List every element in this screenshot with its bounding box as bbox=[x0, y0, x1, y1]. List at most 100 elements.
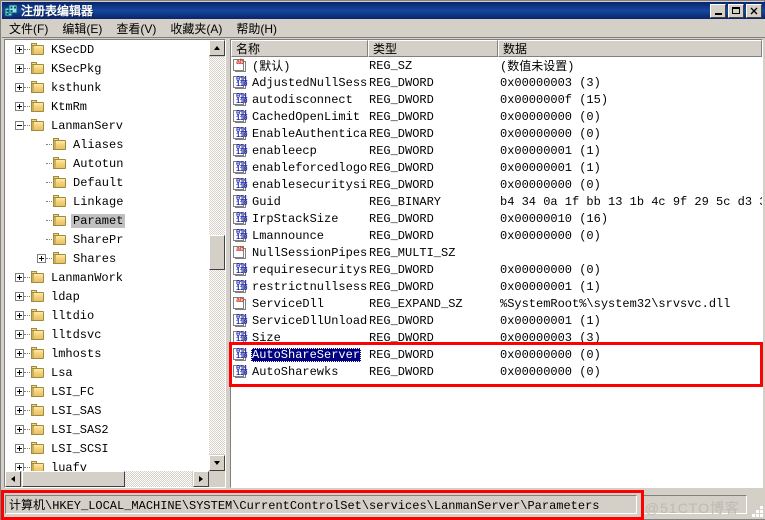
tree-node-ksecdd[interactable]: KSecDD bbox=[5, 40, 210, 59]
tree-node-lsi-sas2[interactable]: LSI_SAS2 bbox=[5, 420, 210, 439]
collapse-icon[interactable] bbox=[15, 121, 24, 130]
tree-node-default[interactable]: Default bbox=[5, 173, 210, 192]
table-row[interactable]: ab(默认)REG_SZ(数值未设置) bbox=[231, 57, 762, 74]
close-button[interactable] bbox=[746, 4, 762, 18]
tree-indent-guide bbox=[37, 235, 46, 244]
tree-node-autotun[interactable]: Autotun bbox=[5, 154, 210, 173]
title-bar[interactable]: 注册表编辑器 bbox=[2, 2, 765, 19]
tree-node-ksthunk[interactable]: ksthunk bbox=[5, 78, 210, 97]
tree-node-label: LSI_FC bbox=[49, 385, 96, 399]
tree-node-luafv[interactable]: luafv bbox=[5, 458, 210, 472]
tree-vscroll-thumb[interactable] bbox=[209, 235, 225, 270]
expand-icon[interactable] bbox=[15, 330, 24, 339]
table-row[interactable]: abServiceDllREG_EXPAND_SZ%SystemRoot%\sy… bbox=[231, 295, 762, 312]
tree-node-lsi-fc[interactable]: LSI_FC bbox=[5, 382, 210, 401]
column-header-name[interactable]: 名称 bbox=[231, 40, 368, 57]
expand-icon[interactable] bbox=[15, 387, 24, 396]
tree-scroll-left-button[interactable] bbox=[5, 471, 21, 487]
status-path: 计算机\HKEY_LOCAL_MACHINE\SYSTEM\CurrentCon… bbox=[5, 495, 637, 514]
expand-icon[interactable] bbox=[15, 45, 24, 54]
cell-type: REG_DWORD bbox=[368, 263, 499, 277]
expand-icon[interactable] bbox=[15, 425, 24, 434]
expand-icon[interactable] bbox=[15, 368, 24, 377]
table-row[interactable]: 011110enablesecuritysig...REG_DWORD0x000… bbox=[231, 176, 762, 193]
tree-node-linkage[interactable]: Linkage bbox=[5, 192, 210, 211]
cell-type: REG_SZ bbox=[368, 59, 499, 73]
tree-node-lsa[interactable]: Lsa bbox=[5, 363, 210, 382]
folder-icon bbox=[30, 119, 46, 132]
tree-node-label: Default bbox=[71, 176, 125, 190]
tree-node-lanmanwork[interactable]: LanmanWork bbox=[5, 268, 210, 287]
tree-node-paramet[interactable]: Paramet bbox=[5, 211, 210, 230]
menu-item-edit[interactable]: 编辑(E) bbox=[55, 19, 109, 38]
table-row[interactable]: abNullSessionPipesREG_MULTI_SZ bbox=[231, 244, 762, 261]
tree-node-ldap[interactable]: ldap bbox=[5, 287, 210, 306]
dword-value-icon: 011110 bbox=[233, 76, 248, 89]
table-row[interactable]: 011110enableecpREG_DWORD0x00000001 (1) bbox=[231, 142, 762, 159]
tree-scroll-right-button[interactable] bbox=[193, 471, 209, 487]
tree-node-ksecpkg[interactable]: KSecPkg bbox=[5, 59, 210, 78]
table-row[interactable]: 011110SizeREG_DWORD0x00000003 (3) bbox=[231, 329, 762, 346]
cell-type: REG_DWORD bbox=[368, 212, 499, 226]
table-row[interactable]: 011110restrictnullsessa...REG_DWORD0x000… bbox=[231, 278, 762, 295]
table-row[interactable]: 011110AdjustedNullSessi...REG_DWORD0x000… bbox=[231, 74, 762, 91]
menu-item-favorites[interactable]: 收藏夹(A) bbox=[163, 19, 229, 38]
expand-icon[interactable] bbox=[15, 83, 24, 92]
registry-values-pane[interactable]: 名称 类型 数据 ab(默认)REG_SZ(数值未设置)011110Adjust… bbox=[230, 39, 763, 488]
cell-name: ab(默认) bbox=[231, 57, 368, 74]
tree-node-aliases[interactable]: Aliases bbox=[5, 135, 210, 154]
registry-tree-pane[interactable]: KSecDD KSecPkgksthunkKtmRmLanmanServAlias… bbox=[4, 39, 226, 488]
menu-item-file[interactable]: 文件(F) bbox=[2, 19, 55, 38]
expand-icon[interactable] bbox=[15, 444, 24, 453]
table-row[interactable]: 011110ServiceDllUnloadO...REG_DWORD0x000… bbox=[231, 312, 762, 329]
resize-grip[interactable] bbox=[749, 503, 763, 517]
tree-node-lsi-scsi[interactable]: LSI_SCSI bbox=[5, 439, 210, 458]
expand-icon[interactable] bbox=[15, 311, 24, 320]
expand-icon[interactable] bbox=[15, 64, 24, 73]
expand-icon[interactable] bbox=[15, 406, 24, 415]
tree-node-label: Autotun bbox=[71, 157, 125, 171]
table-row[interactable]: 011110LmannounceREG_DWORD0x00000000 (0) bbox=[231, 227, 762, 244]
tree-indent bbox=[5, 87, 15, 88]
column-header-data[interactable]: 数据 bbox=[498, 40, 762, 57]
tree-node-label: KSecDD bbox=[49, 43, 96, 57]
minimize-button[interactable] bbox=[710, 4, 726, 18]
table-row[interactable]: 011110requiresecuritysi...REG_DWORD0x000… bbox=[231, 261, 762, 278]
tree-node-ktmrm[interactable]: KtmRm bbox=[5, 97, 210, 116]
column-header-type[interactable]: 类型 bbox=[368, 40, 498, 57]
tree-scroll-up-button[interactable] bbox=[209, 40, 225, 56]
tree-vertical-scrollbar[interactable] bbox=[209, 40, 225, 471]
tree-scroll-down-button[interactable] bbox=[209, 455, 225, 471]
tree-node-shares[interactable]: Shares bbox=[5, 249, 210, 268]
tree-node-lmhosts[interactable]: lmhosts bbox=[5, 344, 210, 363]
table-row[interactable]: 011110AutoShareServerREG_DWORD0x00000000… bbox=[231, 346, 762, 363]
table-row[interactable]: 011110AutoSharewksREG_DWORD0x00000000 (0… bbox=[231, 363, 762, 380]
menu-item-help[interactable]: 帮助(H) bbox=[229, 19, 284, 38]
value-name: AdjustedNullSessi... bbox=[251, 76, 368, 90]
tree-node-sharepr[interactable]: SharePr bbox=[5, 230, 210, 249]
table-row[interactable]: 011110enableforcedlogoffREG_DWORD0x00000… bbox=[231, 159, 762, 176]
table-row[interactable]: 011110GuidREG_BINARYb4 34 0a 1f bb 13 1b… bbox=[231, 193, 762, 210]
menu-item-view[interactable]: 查看(V) bbox=[109, 19, 163, 38]
expand-icon[interactable] bbox=[15, 349, 24, 358]
table-row[interactable]: 011110IrpStackSizeREG_DWORD0x00000010 (1… bbox=[231, 210, 762, 227]
tree-node-lanmanserv[interactable]: LanmanServ bbox=[5, 116, 210, 135]
tree-node-lltdsvc[interactable]: lltdsvc bbox=[5, 325, 210, 344]
table-row[interactable]: 011110EnableAuthenticat...REG_DWORD0x000… bbox=[231, 125, 762, 142]
tree-node-lsi-sas[interactable]: LSI_SAS bbox=[5, 401, 210, 420]
table-row[interactable]: 011110autodisconnectREG_DWORD0x0000000f … bbox=[231, 91, 762, 108]
expand-icon[interactable] bbox=[15, 292, 24, 301]
expand-icon[interactable] bbox=[37, 254, 46, 263]
tree-indent bbox=[5, 258, 37, 259]
folder-icon bbox=[30, 385, 46, 398]
tree-node-lltdio[interactable]: lltdio bbox=[5, 306, 210, 325]
maximize-button[interactable] bbox=[728, 4, 744, 18]
tree-hscroll-thumb[interactable] bbox=[22, 471, 125, 487]
tree-node-label: lltdsvc bbox=[49, 328, 103, 342]
table-row[interactable]: 011110CachedOpenLimitREG_DWORD0x00000000… bbox=[231, 108, 762, 125]
expand-icon[interactable] bbox=[15, 273, 24, 282]
dword-value-icon: 011110 bbox=[233, 212, 248, 225]
expand-icon[interactable] bbox=[15, 102, 24, 111]
tree-horizontal-scrollbar[interactable] bbox=[5, 471, 209, 487]
cell-name: 011110autodisconnect bbox=[231, 93, 368, 107]
